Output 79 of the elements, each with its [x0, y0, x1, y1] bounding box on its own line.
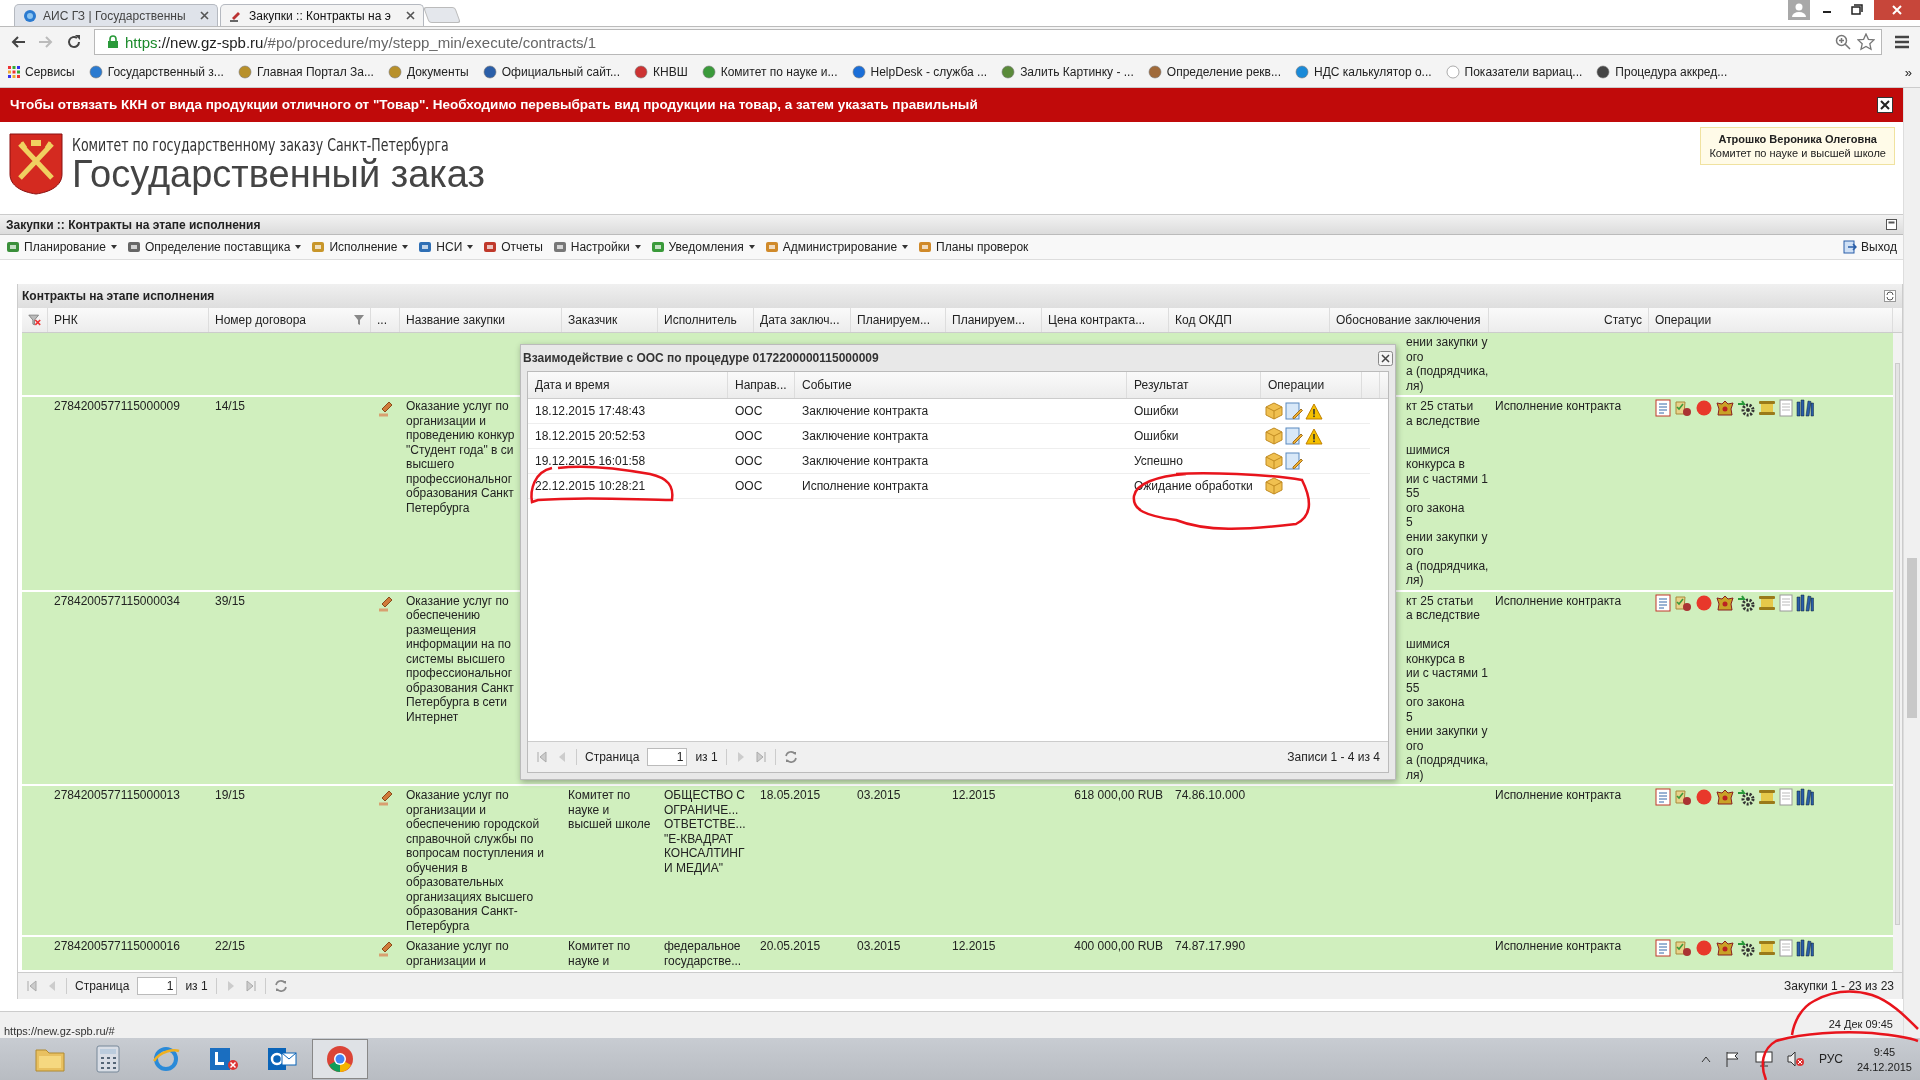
table-cell: 03.2015: [857, 939, 901, 954]
table-cell: 18.12.2015 17:48:43: [535, 404, 646, 418]
table-cell: 20.05.2015: [760, 939, 821, 954]
table-cell: ООС: [735, 429, 763, 443]
menu-label: Планы проверок: [936, 240, 1029, 255]
menu-label: НСИ: [436, 240, 463, 255]
table-cell: Исполнение контракта: [1495, 788, 1622, 803]
bookmark-label: КНВШ: [653, 65, 688, 79]
menu-label: Уведомления: [668, 240, 744, 255]
status-time: 24 Дек 09:45: [1828, 1017, 1893, 1030]
table-cell: 19/15: [215, 788, 246, 803]
page-count: из 1: [185, 979, 208, 994]
table-cell: Оказание услуг по организации и проведению конкур "Студент года" в си высшего профессиональног образования Санкт Петербурга: [406, 399, 515, 516]
table-cell: 22.12.2015 10:28:21: [535, 479, 646, 493]
logout-label: Выход: [1861, 240, 1897, 255]
table-cell: Заключение контракта: [802, 404, 929, 418]
table-cell: Ошибки: [1134, 404, 1179, 418]
table-cell: Исполнение контракта: [1495, 939, 1622, 954]
table-cell: Исполнение контракта: [1495, 399, 1622, 414]
status-url: https://new.gz-spb.ru/#: [4, 1025, 115, 1037]
table-cell: Ошибки: [1134, 429, 1179, 443]
bookmark-label: Сервисы: [25, 65, 75, 79]
table-cell: 19.12.2015 16:01:58: [535, 454, 646, 468]
record-count: Закупки 1 - 23 из 23: [1784, 979, 1894, 994]
table-cell: 2784200577115000009: [54, 399, 180, 414]
table-cell: Оказание услуг по обеспечению размещения информации на по системы высшего профессиональног образования Санкт Петербурга в сети Интернет: [406, 593, 514, 725]
table-cell: ООС: [735, 404, 763, 418]
table-cell: кт 25 статьи а вследствие шимися конкурса в ии с частями 1 55 ого закона 5 ении закупки у ого а (подрядчика, ля): [1406, 593, 1489, 783]
table-cell: 2784200577115000013: [54, 788, 180, 803]
table-cell: кт 25 статьи а вследствие шимися конкурса в ии с частями 1 55 ого закона 5 ении закупки у ого а (подрядчика, ля): [1406, 399, 1489, 588]
menu-label: Определение поставщика: [144, 240, 291, 255]
menu-label: Планирование: [24, 240, 106, 255]
table-cell: 18.05.2015: [760, 788, 821, 803]
page-count: из 1: [695, 750, 718, 764]
table-cell: 74.87.17.990: [1175, 939, 1246, 954]
table-cell: 12.2015: [952, 788, 996, 803]
table-cell: 39/15: [215, 593, 246, 609]
panel-title: Контракты на этапе исполнения: [22, 289, 215, 304]
table-cell: 400 000,00 RUB: [1074, 939, 1163, 954]
table-cell: Заключение контракта: [802, 454, 929, 468]
table-cell: 2784200577115000034: [54, 593, 180, 609]
organization-name: Комитет по государственному заказу Санкт-Петербурга: [72, 135, 449, 156]
menu-label: Администрирование: [782, 240, 898, 255]
user-organization: Комитет по науке и высшей школе: [1709, 147, 1886, 160]
table-cell: 03.2015: [857, 788, 901, 803]
table-cell: Комитет по науке и: [568, 939, 631, 969]
table-cell: 618 000,00 RUB: [1074, 788, 1163, 803]
table-cell: 2784200577115000016: [54, 939, 180, 954]
tab-title: Закупки :: Контракты на э: [249, 8, 392, 23]
table-cell: Заключение контракта: [802, 429, 929, 443]
table-cell: ОБЩЕСТВО С ОГРАНИЧЕ... ОТВЕТСТВЕ... "Е-КВАДРАТ КОНСАЛТИНГ И МЕДИА": [664, 788, 746, 876]
page-label: Страница: [585, 750, 640, 764]
record-count: Записи 1 - 4 из 4: [1287, 750, 1380, 764]
notice-text: Чтобы отвязать ККН от вида продукции отличного от "Товар". Необходимо перевыбрать вид продукции на товар, а затем указать правильный: [10, 97, 978, 113]
table-cell: Исполнение контракта: [1495, 593, 1622, 609]
table-cell: 18.12.2015 20:52:53: [535, 429, 646, 443]
menu-label: Исполнение: [329, 240, 398, 255]
dialog-title: Взаимодействие с ООС по процедуре 0172200000115000009: [523, 351, 879, 365]
bookmark-label: Документы: [406, 65, 469, 79]
table-cell: федеральное государстве...: [664, 939, 742, 969]
table-cell: ООС: [735, 454, 763, 468]
table-cell: Исполнение контракта: [802, 479, 929, 493]
table-cell: ООС: [735, 479, 763, 493]
user-name: Атрошко Вероника Олеговна: [1718, 133, 1877, 146]
menu-label: Отчеты: [501, 240, 543, 255]
page-title: Закупки :: Контракты на этапе исполнения: [6, 217, 261, 232]
table-cell: Оказание услуг по организации и обеспечению городской справочной службы по вопросам поступления и обучения в образовательных организациях высшего образования Санкт- Петербурга: [406, 788, 544, 934]
tab-title: АИС ГЗ | Государственны: [43, 8, 187, 23]
page-label: Страница: [75, 979, 130, 994]
table-cell: Оказание услуг по организации и: [406, 939, 509, 969]
app-title: Государственный заказ: [72, 155, 486, 194]
table-cell: Комитет по науке и высшей школе: [568, 788, 651, 832]
table-cell: 22/15: [215, 939, 246, 954]
menu-label: Настройки: [570, 240, 630, 255]
table-cell: 12.2015: [952, 939, 996, 954]
table-cell: ении закупки у ого а (подрядчика, ля): [1406, 335, 1489, 394]
table-cell: 74.86.10.000: [1175, 788, 1246, 803]
table-cell: 14/15: [215, 399, 246, 414]
table-cell: Успешно: [1134, 454, 1183, 468]
